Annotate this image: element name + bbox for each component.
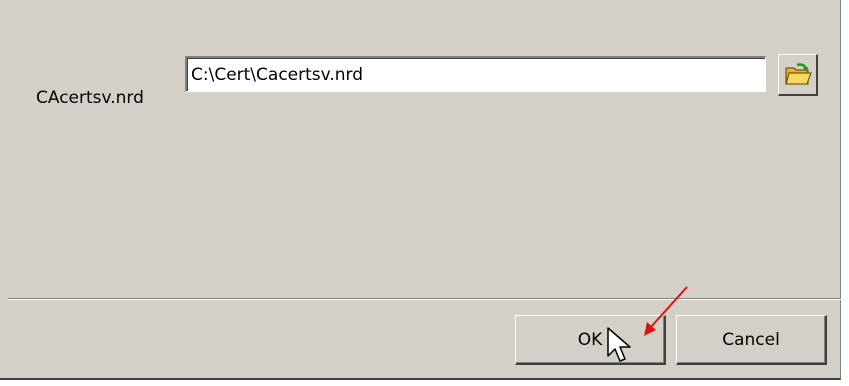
file-label: CAcertsv.nrd — [36, 88, 144, 108]
open-folder-icon — [784, 62, 812, 88]
ok-button[interactable]: OK — [515, 315, 666, 365]
certificate-path-input[interactable] — [185, 56, 766, 92]
cancel-button[interactable]: Cancel — [676, 315, 827, 365]
button-separator — [8, 298, 841, 300]
browse-button[interactable] — [778, 54, 818, 96]
certificate-dialog: CAcertsv.nrd OK Cancel — [0, 0, 841, 380]
